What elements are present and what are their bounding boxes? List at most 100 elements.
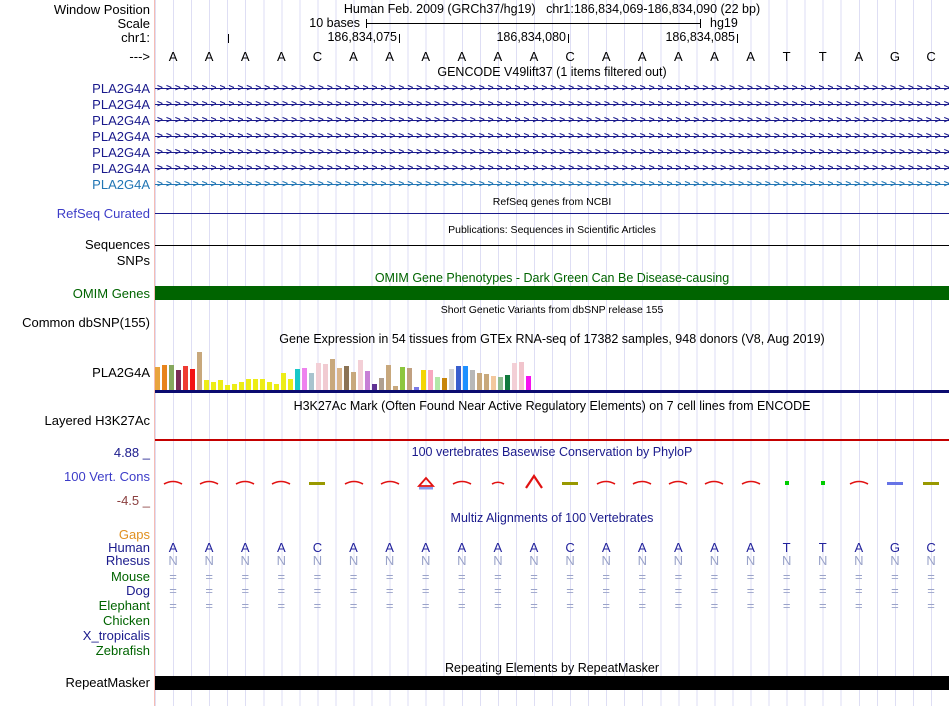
- common-dbsnp-label[interactable]: Common dbSNP(155): [0, 316, 150, 330]
- species-label-rhesus[interactable]: Rhesus: [0, 554, 150, 568]
- gene-label-pla2g4a[interactable]: PLA2G4A: [0, 130, 150, 144]
- alignment-cell: N: [155, 554, 191, 568]
- phylop-mark-arc: [733, 474, 769, 492]
- repeatmasker-element-bar[interactable]: [155, 676, 949, 690]
- strand-arrow-icons: >>>>>>>>>>>>>>>>>>>>>>>>>>>>>>>>>>>>>>>>…: [157, 146, 949, 159]
- alignment-cell: =: [696, 599, 732, 613]
- alignment-cell: =: [227, 570, 263, 584]
- gene-label-pla2g4a[interactable]: PLA2G4A: [0, 146, 150, 160]
- gtex-tissue-bar: [428, 370, 433, 390]
- sequence-base: A: [408, 50, 444, 64]
- omim-track-title: OMIM Gene Phenotypes - Dark Green Can Be…: [155, 272, 949, 285]
- gene-label-pla2g4a[interactable]: PLA2G4A: [0, 178, 150, 192]
- sequence-base: G: [877, 50, 913, 64]
- alignment-cell: N: [877, 554, 913, 568]
- gene-transcript-arrows[interactable]: >>>>>>>>>>>>>>>>>>>>>>>>>>>>>>>>>>>>>>>>…: [155, 162, 949, 176]
- alignment-cell: =: [263, 584, 299, 598]
- gene-transcript-arrows[interactable]: >>>>>>>>>>>>>>>>>>>>>>>>>>>>>>>>>>>>>>>>…: [155, 114, 949, 128]
- alignment-row-mouse[interactable]: ======================: [155, 570, 949, 584]
- gene-transcript-arrows[interactable]: >>>>>>>>>>>>>>>>>>>>>>>>>>>>>>>>>>>>>>>>…: [155, 130, 949, 144]
- gene-label-pla2g4a[interactable]: PLA2G4A: [0, 82, 150, 96]
- conservation-wiggle[interactable]: [155, 474, 949, 492]
- gtex-tissue-bar: [491, 376, 496, 390]
- snps-label[interactable]: SNPs: [0, 254, 150, 268]
- species-label-x_tropicalis[interactable]: X_tropicalis: [0, 629, 150, 643]
- gtex-tissue-bar: [323, 364, 328, 390]
- omim-genes-label[interactable]: OMIM Genes: [0, 287, 150, 301]
- alignment-cell: =: [660, 570, 696, 584]
- gtex-tissue-bar: [442, 378, 447, 390]
- refseq-track-title: RefSeq genes from NCBI: [155, 196, 949, 209]
- alignment-cell: N: [552, 554, 588, 568]
- gtex-tissue-bar: [512, 363, 517, 390]
- gene-transcript-arrows[interactable]: >>>>>>>>>>>>>>>>>>>>>>>>>>>>>>>>>>>>>>>>…: [155, 98, 949, 112]
- strand-arrow-icons: >>>>>>>>>>>>>>>>>>>>>>>>>>>>>>>>>>>>>>>>…: [157, 162, 949, 175]
- alignment-cell: =: [408, 599, 444, 613]
- sequence-base: A: [480, 50, 516, 64]
- refseq-track-line[interactable]: [155, 213, 949, 214]
- layered-h3k27ac-label[interactable]: Layered H3K27Ac: [0, 414, 150, 428]
- alignment-cell: =: [769, 584, 805, 598]
- species-label-chicken[interactable]: Chicken: [0, 614, 150, 628]
- alignment-cell: =: [516, 570, 552, 584]
- species-label-elephant[interactable]: Elephant: [0, 599, 150, 613]
- sequences-track-line[interactable]: [155, 245, 949, 246]
- phylop-mark-olive: [299, 474, 335, 492]
- scale-label: Scale: [0, 17, 150, 31]
- alignment-cell: =: [913, 584, 949, 598]
- gtex-tissue-bar: [197, 352, 202, 390]
- vert-cons-label[interactable]: 100 Vert. Cons: [0, 470, 150, 484]
- sequence-base: A: [372, 50, 408, 64]
- alignment-cell: N: [733, 554, 769, 568]
- h3k27ac-track-title: H3K27Ac Mark (Often Found Near Active Re…: [155, 400, 949, 413]
- alignment-cell: =: [155, 584, 191, 598]
- reference-sequence-row[interactable]: AAAACAAAAAACAAAAATTAGC: [155, 50, 949, 64]
- sequences-label[interactable]: Sequences: [0, 238, 150, 252]
- gene-transcript-arrows[interactable]: >>>>>>>>>>>>>>>>>>>>>>>>>>>>>>>>>>>>>>>>…: [155, 146, 949, 160]
- alignment-cell: N: [696, 554, 732, 568]
- repeatmasker-label[interactable]: RepeatMasker: [0, 676, 150, 690]
- alignment-cell: =: [444, 570, 480, 584]
- alignment-cell: N: [372, 554, 408, 568]
- sequence-base: A: [335, 50, 371, 64]
- gene-label-pla2g4a[interactable]: PLA2G4A: [0, 162, 150, 176]
- species-label-mouse[interactable]: Mouse: [0, 570, 150, 584]
- alignment-cell: =: [733, 584, 769, 598]
- h3k27ac-signal-line[interactable]: [155, 439, 949, 441]
- sequence-base: T: [805, 50, 841, 64]
- alignment-row-dog[interactable]: ======================: [155, 584, 949, 598]
- sequence-base: A: [624, 50, 660, 64]
- gtex-tissue-bar: [449, 369, 454, 390]
- alignment-cell: =: [480, 584, 516, 598]
- alignment-row-elephant[interactable]: ======================: [155, 599, 949, 613]
- alignment-cell: =: [516, 599, 552, 613]
- gtex-tissue-bar: [505, 375, 510, 390]
- alignment-cell: =: [516, 584, 552, 598]
- strand-direction-label: --->: [0, 50, 150, 64]
- gtex-baseline: [155, 390, 949, 393]
- gtex-tissue-bar: [302, 368, 307, 390]
- gene-label-pla2g4a[interactable]: PLA2G4A: [0, 98, 150, 112]
- strand-arrow-icons: >>>>>>>>>>>>>>>>>>>>>>>>>>>>>>>>>>>>>>>>…: [157, 178, 949, 191]
- ruler-tick: [228, 34, 229, 43]
- sequence-base: A: [155, 50, 191, 64]
- alignment-row-rhesus[interactable]: NNNNNNNNNNNNNNNNNNNNNN: [155, 554, 949, 568]
- gene-label-pla2g4a[interactable]: PLA2G4A: [0, 114, 150, 128]
- gtex-gene-label[interactable]: PLA2G4A: [0, 366, 150, 380]
- species-label-zebrafish[interactable]: Zebrafish: [0, 644, 150, 658]
- gene-transcript-arrows[interactable]: >>>>>>>>>>>>>>>>>>>>>>>>>>>>>>>>>>>>>>>>…: [155, 82, 949, 96]
- alignment-row-human[interactable]: AAAACAAAAAACAAAAATTAGC: [155, 541, 949, 555]
- repeatmasker-track-title: Repeating Elements by RepeatMasker: [155, 662, 949, 675]
- alignment-cell: =: [805, 599, 841, 613]
- gtex-tissue-bar: [365, 371, 370, 390]
- alignment-cell: N: [191, 554, 227, 568]
- assembly-name: hg19: [710, 17, 738, 30]
- gene-transcript-arrows[interactable]: >>>>>>>>>>>>>>>>>>>>>>>>>>>>>>>>>>>>>>>>…: [155, 178, 949, 192]
- refseq-curated-label[interactable]: RefSeq Curated: [0, 207, 150, 221]
- species-label-dog[interactable]: Dog: [0, 584, 150, 598]
- gtex-tissue-bar: [519, 362, 524, 390]
- gtex-tissue-bar: [498, 377, 503, 390]
- omim-gene-bar[interactable]: [155, 286, 949, 300]
- sequence-base: A: [733, 50, 769, 64]
- phylop-mark-arc: [841, 474, 877, 492]
